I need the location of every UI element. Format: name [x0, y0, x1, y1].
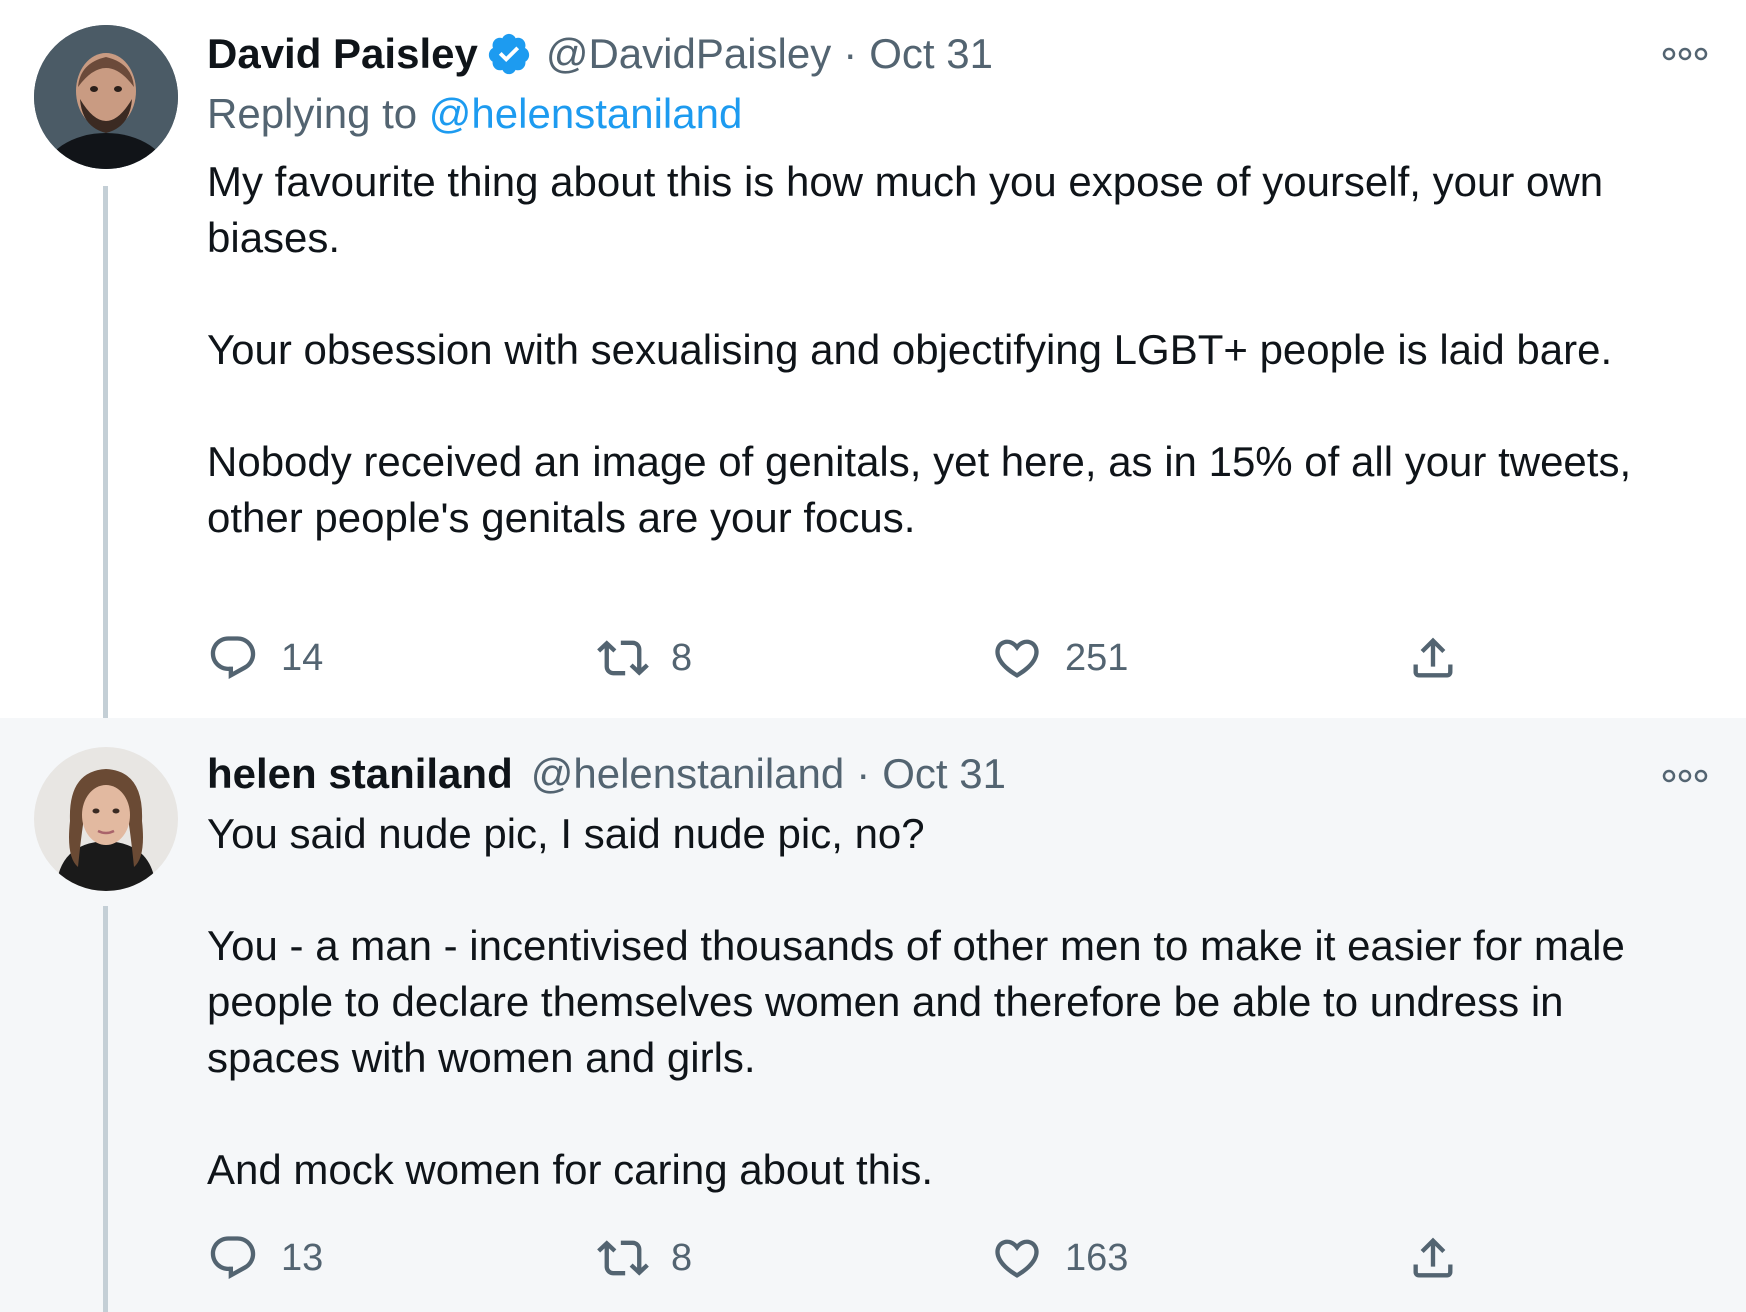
tweet-header: helen staniland @helenstaniland · Oct 31 — [207, 744, 1006, 804]
avatar-image-icon — [34, 747, 178, 891]
share-icon — [1413, 1237, 1453, 1278]
replying-to-line: Replying to @helenstaniland — [207, 90, 742, 138]
avatar[interactable] — [34, 25, 178, 169]
tweet-paragraph: You said nude pic, I said nude pic, no? — [207, 810, 925, 857]
tweet-text: You said nude pic, I said nude pic, no? … — [207, 806, 1647, 1198]
retweet-button[interactable]: 8 — [597, 1230, 692, 1286]
share-icon — [1413, 637, 1453, 678]
tweet-paragraph: Nobody received an image of genitals, ye… — [207, 438, 1632, 541]
reply-icon — [210, 636, 256, 680]
reply-button[interactable]: 13 — [207, 1230, 323, 1286]
retweet-count: 8 — [671, 1236, 693, 1279]
like-count: 251 — [1065, 636, 1129, 679]
retweet-button[interactable]: 8 — [597, 630, 692, 686]
like-icon — [995, 1239, 1039, 1278]
separator-dot: · — [843, 30, 858, 77]
retweet-icon — [597, 1240, 649, 1276]
like-count: 163 — [1065, 1236, 1129, 1279]
avatar[interactable] — [34, 747, 178, 891]
reply-count: 14 — [281, 636, 324, 679]
like-button[interactable]: 251 — [991, 630, 1128, 686]
more-icon[interactable] — [1661, 42, 1709, 66]
user-handle[interactable]: @helenstaniland — [531, 750, 845, 798]
display-name[interactable]: helen staniland — [207, 750, 513, 798]
tweet-helen-staniland[interactable]: helen staniland @helenstaniland · Oct 31… — [0, 718, 1746, 1312]
tweet-date[interactable]: Oct 31 — [882, 750, 1006, 798]
like-icon — [995, 639, 1039, 678]
like-button[interactable]: 163 — [991, 1230, 1128, 1286]
user-handle[interactable]: @DavidPaisley — [546, 30, 831, 78]
tweet-text: My favourite thing about this is how muc… — [207, 154, 1647, 546]
tweet-david-paisley[interactable]: David Paisley @DavidPaisley · Oct 31 Rep… — [0, 0, 1746, 718]
reply-count: 13 — [281, 1236, 324, 1279]
tweet-paragraph: And mock women for caring about this. — [207, 1146, 934, 1193]
thread-connector-line — [103, 186, 108, 718]
verified-badge-icon — [486, 31, 532, 77]
reply-icon — [210, 1236, 256, 1280]
tweet-date[interactable]: Oct 31 — [869, 30, 993, 78]
separator-dot: · — [856, 750, 871, 797]
replying-to-label: Replying to — [207, 90, 418, 137]
retweet-icon — [597, 640, 649, 676]
more-icon[interactable] — [1661, 764, 1709, 788]
display-name[interactable]: David Paisley — [207, 30, 478, 78]
tweet-paragraph: My favourite thing about this is how muc… — [207, 158, 1604, 261]
tweet-header: David Paisley @DavidPaisley · Oct 31 — [207, 24, 993, 84]
tweet-paragraph: Your obsession with sexualising and obje… — [207, 326, 1613, 373]
retweet-count: 8 — [671, 636, 693, 679]
share-button[interactable] — [1407, 1230, 1459, 1286]
thread-connector-line — [103, 906, 108, 1312]
reply-button[interactable]: 14 — [207, 630, 323, 686]
replying-to-handle[interactable]: @helenstaniland — [429, 90, 743, 137]
tweet-actions: 13 8 163 — [207, 1230, 1507, 1286]
avatar-image-icon — [34, 25, 178, 169]
share-button[interactable] — [1407, 630, 1459, 686]
tweet-actions: 14 8 251 — [207, 630, 1507, 686]
tweet-paragraph: You - a man - incentivised thousands of … — [207, 922, 1625, 1081]
